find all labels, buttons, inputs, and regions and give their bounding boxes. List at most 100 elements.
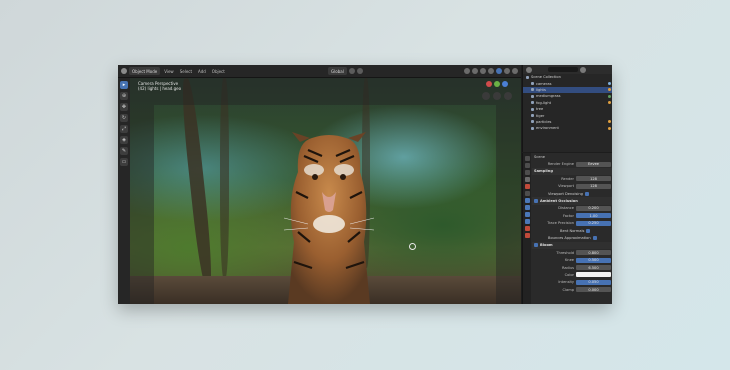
properties-body: Scene Render Engine Eevee Sampling Rende…: [532, 153, 612, 304]
light-data-icon: [608, 101, 611, 105]
camera-passepartout-right: [496, 105, 521, 304]
tool-tab-icon[interactable]: [524, 156, 530, 161]
bloom-intensity-slider[interactable]: 0.050: [576, 279, 611, 285]
collection-icon: [531, 120, 534, 124]
gizmo-z-icon[interactable]: [502, 81, 508, 87]
gizmo-y-icon[interactable]: [494, 81, 500, 87]
world-tab-icon[interactable]: [524, 184, 530, 189]
blender-window: Object Mode View Select Add Object Globa…: [118, 65, 612, 304]
camera-view-icon[interactable]: [504, 92, 512, 100]
properties-tabs: [523, 153, 531, 304]
bloom-threshold-field[interactable]: 0.800: [576, 250, 611, 256]
menu-object[interactable]: Object: [210, 69, 227, 74]
viewport-denoising-checkbox[interactable]: [584, 191, 589, 196]
modifier-tab-icon[interactable]: [524, 198, 530, 203]
menu-view[interactable]: View: [162, 69, 176, 74]
tree-trunk: [179, 78, 215, 289]
cursor-tool-icon[interactable]: ⊕: [120, 92, 128, 100]
bloom-radius-row: Radius 6.500: [532, 264, 612, 271]
xray-icon[interactable]: [488, 68, 494, 74]
mesh-data-icon: [608, 94, 611, 98]
world-icon: [608, 126, 611, 130]
bloom-color-swatch[interactable]: [576, 272, 611, 278]
measure-tool-icon[interactable]: ▭: [120, 158, 128, 166]
display-mode-icon[interactable]: [526, 66, 532, 73]
ao-section-header[interactable]: Ambient Occlusion: [532, 197, 612, 205]
ao-distance-row: Distance 0.200: [532, 205, 612, 212]
gizmo-toggle-icon[interactable]: [472, 68, 478, 74]
menu-select[interactable]: Select: [178, 69, 194, 74]
snap-icon[interactable]: [348, 68, 355, 74]
collection-icon: [531, 126, 534, 130]
visibility-icon[interactable]: [464, 68, 470, 74]
viewport-info: Camera Perspective (42) lights | head.ge…: [138, 81, 181, 91]
tree-trunk: [220, 78, 229, 278]
tiger-model: [283, 132, 375, 304]
collection-icon: [531, 94, 534, 98]
overlay-toggle-icon[interactable]: [480, 68, 486, 74]
collection-icon: [531, 82, 534, 86]
ao-distance-field[interactable]: 0.200: [576, 205, 611, 211]
bent-normals-checkbox[interactable]: [586, 228, 591, 233]
shading-rendered-icon[interactable]: [512, 68, 518, 74]
rotate-tool-icon[interactable]: ↻: [120, 114, 128, 122]
material-tab-icon[interactable]: [524, 233, 530, 238]
bloom-radius-field[interactable]: 6.500: [576, 265, 611, 271]
bloom-knee-row: Knee 0.500: [532, 256, 612, 263]
object-tab-icon[interactable]: [524, 191, 530, 196]
particles-tab-icon[interactable]: [524, 205, 530, 210]
viewport-header: Object Mode View Select Add Object Globa…: [118, 65, 521, 78]
mode-dropdown[interactable]: Object Mode: [129, 67, 161, 75]
collection-icon: [531, 101, 534, 105]
gizmo-x-icon[interactable]: [486, 81, 492, 87]
outliner-search-input[interactable]: [548, 67, 578, 72]
scale-tool-icon[interactable]: ⤢: [120, 125, 128, 133]
render-samples-field[interactable]: 128: [576, 176, 611, 182]
shading-material-icon[interactable]: [504, 68, 510, 74]
scene-name-row: Scene: [532, 153, 612, 160]
viewport-samples-field[interactable]: 128: [576, 183, 611, 189]
physics-tab-icon[interactable]: [524, 212, 530, 217]
render-tab-icon[interactable]: [524, 163, 530, 168]
ao-enable-checkbox[interactable]: [534, 199, 538, 204]
proportional-edit-icon[interactable]: [356, 68, 363, 74]
constraints-tab-icon[interactable]: [524, 219, 530, 224]
collection-icon: [526, 75, 529, 79]
bloom-clamp-row: Clamp 0.000: [532, 286, 612, 293]
bloom-knee-slider[interactable]: 0.500: [576, 257, 611, 263]
ao-trace-row: Trace Precision 0.250: [532, 220, 612, 227]
scene-tab-icon[interactable]: [524, 177, 530, 182]
select-tool-icon[interactable]: ▸: [120, 81, 128, 89]
outliner-item-environment[interactable]: environment: [523, 125, 612, 131]
particle-icon: [608, 120, 611, 124]
bloom-clamp-field[interactable]: 0.000: [576, 287, 611, 293]
ao-trace-slider[interactable]: 0.250: [576, 220, 611, 226]
camera-data-icon: [608, 82, 611, 86]
3d-viewport[interactable]: Camera Perspective (42) lights | head.ge…: [130, 78, 521, 304]
move-tool-icon[interactable]: ✥: [120, 103, 128, 111]
render-samples-row: Render 128: [532, 175, 612, 182]
scene-name: Scene: [534, 154, 545, 159]
bloom-section-header[interactable]: Bloom: [532, 241, 612, 250]
zoom-icon[interactable]: [482, 92, 490, 100]
light-data-icon: [608, 88, 611, 92]
render-engine-dropdown[interactable]: Eevee: [576, 161, 611, 167]
outliner-panel: Scene Collection cameras lights mediumgr…: [522, 65, 612, 152]
scene-info-label: (42) lights | head.geo: [138, 86, 182, 91]
transform-orientation-dropdown[interactable]: Global: [328, 67, 347, 75]
bounces-checkbox[interactable]: [592, 235, 597, 240]
3d-cursor-icon[interactable]: [409, 243, 416, 250]
viewport-samples-row: Viewport 128: [532, 183, 612, 190]
output-tab-icon[interactable]: [524, 170, 530, 175]
filter-icon[interactable]: [580, 66, 586, 73]
annotate-tool-icon[interactable]: ✎: [120, 147, 128, 155]
menu-add[interactable]: Add: [196, 69, 208, 74]
pan-icon[interactable]: [493, 92, 501, 100]
editor-type-icon[interactable]: [121, 68, 127, 74]
transform-tool-icon[interactable]: ◈: [120, 136, 128, 144]
sampling-section-header[interactable]: Sampling: [532, 167, 612, 176]
data-tab-icon[interactable]: [524, 226, 530, 231]
shading-solid-icon[interactable]: [496, 68, 502, 74]
bloom-enable-checkbox[interactable]: [534, 243, 538, 248]
ao-factor-slider[interactable]: 1.00: [576, 213, 611, 219]
